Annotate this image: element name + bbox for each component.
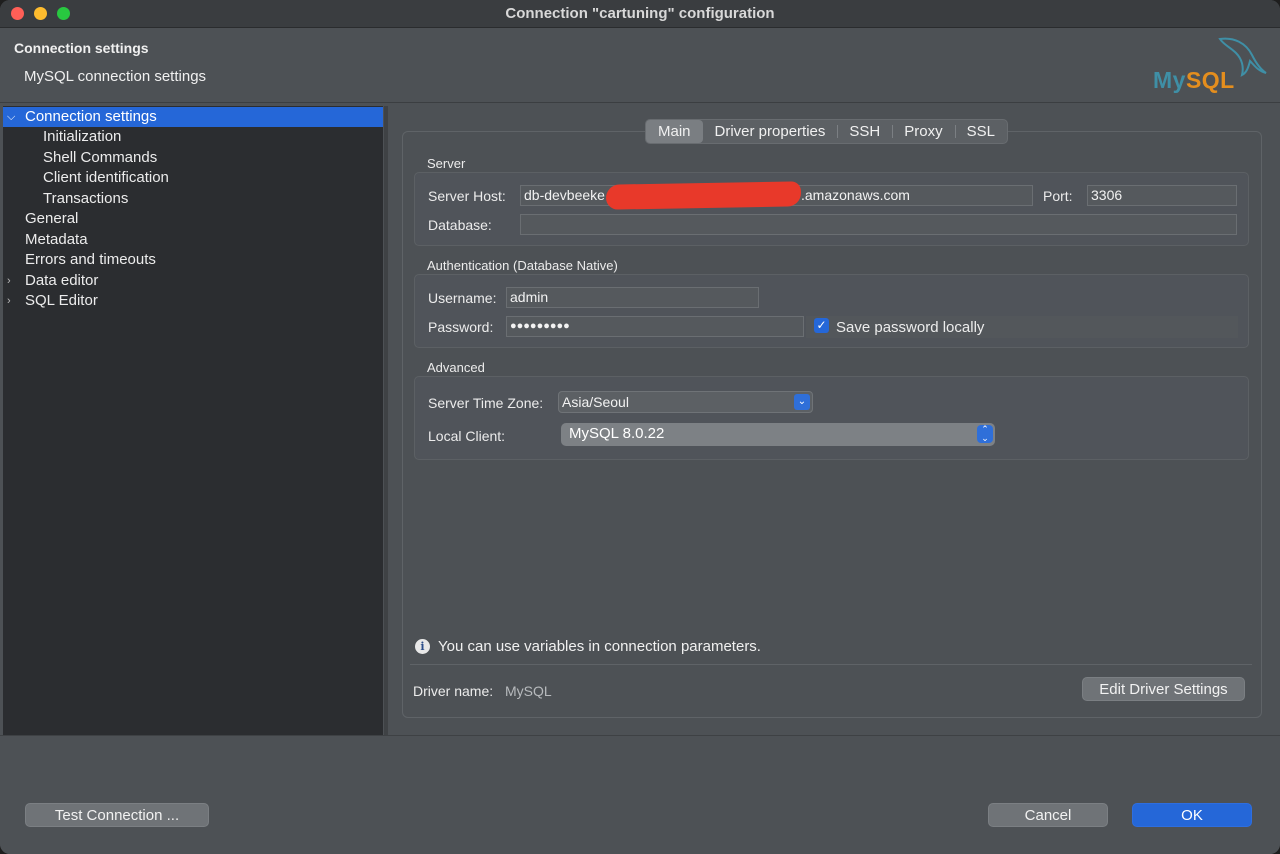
timezone-label: Server Time Zone: (428, 395, 544, 411)
save-password-label[interactable]: Save password locally (836, 319, 984, 336)
cancel-button[interactable]: Cancel (988, 803, 1108, 827)
username-label: Username: (428, 290, 497, 306)
tree-item-data-editor[interactable]: › Data editor (3, 271, 383, 291)
window-title: Connection "cartuning" configuration (505, 5, 775, 22)
updown-chevron-icon: ⌃ ⌄ (977, 425, 993, 443)
save-password-checkbox[interactable]: ✓ (814, 318, 829, 333)
tab-ssl[interactable]: SSL (954, 120, 1007, 143)
timezone-select[interactable]: Asia/Seoul ⌄ (558, 391, 813, 413)
panel-splitter[interactable] (384, 106, 388, 735)
redaction-mark (605, 181, 802, 210)
page-title: Connection settings (14, 40, 149, 56)
local-client-select[interactable]: MySQL 8.0.22 ⌃ ⌄ (561, 423, 995, 446)
port-input[interactable]: 3306 (1087, 185, 1237, 206)
tree-item-errors-and-timeouts[interactable]: Errors and timeouts (3, 250, 383, 270)
tab-ssh[interactable]: SSH (837, 120, 892, 143)
tree-item-shell-commands[interactable]: Shell Commands (3, 148, 383, 168)
info-icon: i (415, 639, 430, 654)
chevron-right-icon[interactable]: › (7, 271, 19, 291)
advanced-group-label: Advanced (427, 360, 485, 375)
driver-name-label: Driver name: (413, 683, 494, 699)
variables-hint: You can use variables in connection para… (438, 638, 761, 655)
advanced-group (414, 376, 1249, 460)
tree-item-initialization[interactable]: Initialization (3, 127, 383, 147)
tree-item-client-identification[interactable]: Client identification (3, 168, 383, 188)
title-bar: Connection "cartuning" configuration (0, 0, 1280, 28)
chevron-right-icon[interactable]: › (7, 291, 19, 311)
password-input[interactable]: ●●●●●●●●● (506, 316, 804, 337)
tab-driver-properties[interactable]: Driver properties (703, 120, 838, 143)
chevron-down-icon: ⌄ (794, 394, 810, 410)
auth-group-label: Authentication (Database Native) (427, 258, 618, 273)
database-input[interactable] (520, 214, 1237, 235)
username-input[interactable]: admin (506, 287, 759, 308)
logo-my-text: My (1153, 67, 1186, 93)
tree-item-metadata[interactable]: Metadata (3, 230, 383, 250)
edit-driver-settings-button[interactable]: Edit Driver Settings (1082, 677, 1245, 701)
port-label: Port: (1043, 188, 1073, 204)
connection-config-window: Connection "cartuning" configuration Con… (0, 0, 1280, 854)
tab-proxy[interactable]: Proxy (892, 120, 954, 143)
server-group-label: Server (427, 156, 466, 171)
tab-main[interactable]: Main (646, 120, 703, 143)
tree-item-transactions[interactable]: Transactions (3, 189, 383, 209)
logo-sql-text: SQL (1185, 67, 1235, 93)
tree-item-connection-settings[interactable]: ⌵ Connection settings (3, 107, 383, 127)
dialog-header: Connection settings MySQL connection set… (0, 29, 1280, 103)
test-connection-button[interactable]: Test Connection ... (25, 803, 209, 827)
settings-tree: ⌵ Connection settings Initialization She… (3, 106, 383, 735)
page-subtitle: MySQL connection settings (24, 68, 207, 85)
settings-tabs: Main Driver properties SSH Proxy SSL (645, 119, 1008, 144)
driver-name-value: MySQL (505, 683, 552, 699)
dialog-footer (0, 735, 1280, 854)
tree-item-general[interactable]: General (3, 209, 383, 229)
local-client-label: Local Client: (428, 428, 506, 444)
password-label: Password: (428, 319, 494, 335)
tree-item-sql-editor[interactable]: › SQL Editor (3, 291, 383, 311)
divider (410, 664, 1252, 665)
database-label: Database: (428, 217, 492, 233)
ok-button[interactable]: OK (1132, 803, 1252, 827)
chevron-down-icon[interactable]: ⌵ (7, 107, 19, 127)
server-host-label: Server Host: (428, 188, 506, 204)
mysql-logo-icon: MySQL (1150, 35, 1270, 97)
